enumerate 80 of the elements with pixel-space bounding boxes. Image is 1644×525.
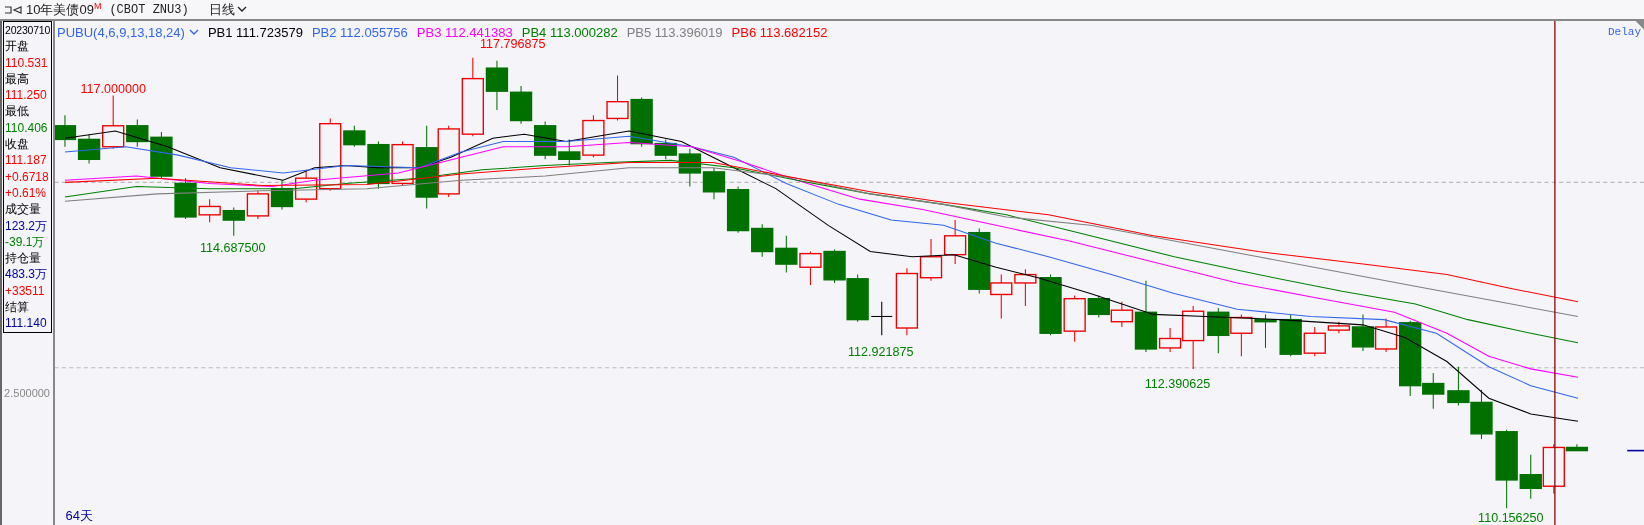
rising-candle	[198, 198, 221, 223]
contract-title: 10年美债09$^{M}$	[26, 0, 102, 19]
price-label: 112.390625	[1144, 376, 1211, 391]
field-label: 开盘	[5, 38, 30, 55]
field-label: 最高	[5, 70, 30, 88]
field-label: 持仓量	[5, 250, 42, 267]
rising-candle	[582, 114, 605, 158]
field-value: 111.187	[5, 152, 48, 169]
price-label: 117.000000	[80, 82, 146, 97]
rising-candle	[1063, 295, 1086, 343]
falling-candle	[77, 133, 101, 165]
field-value: 111.140	[5, 315, 48, 332]
falling-candle	[1447, 366, 1470, 407]
legend-item: PB5 113.396019	[626, 24, 723, 42]
falling-candle	[1279, 313, 1302, 357]
price-label: 110.156250	[1478, 510, 1544, 525]
rising-candle	[990, 274, 1013, 320]
falling-candle	[1351, 313, 1375, 352]
field-value: 123.2万	[5, 217, 49, 234]
chevron-down-icon	[236, 6, 247, 13]
falling-candle	[846, 274, 869, 323]
field-value: 110.406	[5, 119, 49, 137]
legend-item: PB3 112.441383	[416, 24, 513, 40]
date-text: 20230710	[5, 23, 51, 38]
rising-candle	[1230, 313, 1253, 357]
day-count: 64天	[65, 506, 93, 525]
field-label: 最低	[5, 103, 30, 120]
falling-candle	[222, 207, 245, 237]
legend-item: PB1 111.723579	[207, 24, 303, 42]
link-icon[interactable]	[4, 4, 22, 15]
chevron-down-icon	[188, 29, 199, 37]
price-label: 112.921875	[847, 345, 914, 360]
rising-candle	[606, 74, 629, 122]
field-value: 483.3万	[5, 266, 49, 283]
falling-candle	[1087, 295, 1110, 319]
rising-candle	[102, 94, 125, 150]
rising-candle	[799, 251, 822, 286]
falling-candle	[509, 85, 533, 125]
rising-candle	[1110, 301, 1133, 328]
field-label: 收盘	[5, 136, 30, 153]
legend-item: PB4 113.000282	[521, 24, 618, 40]
field-value: +0.61%	[5, 184, 48, 202]
falling-candle	[968, 227, 991, 294]
falling-candle	[55, 114, 77, 148]
field-value: +33511	[5, 282, 46, 300]
rising-candle	[943, 219, 967, 265]
field-value: +0.6718	[5, 168, 50, 185]
delay-status: Delay	[1608, 25, 1641, 40]
falling-candle	[823, 248, 846, 284]
falling-candle	[485, 60, 509, 111]
falling-candle	[270, 179, 294, 211]
falling-candle	[1565, 443, 1589, 452]
legend-item: PB2 112.055756	[311, 24, 408, 42]
rising-candle	[391, 140, 414, 187]
legend-item: PB6 113.682152	[731, 24, 828, 42]
price-marker-line	[1626, 449, 1644, 452]
indicator-dropdown[interactable]: PUBU(4,6,9,13,18,24)	[57, 23, 199, 43]
price-axis-label: 2.500000	[4, 386, 51, 399]
field-label: 结算	[5, 299, 30, 316]
field-value: 110.531	[5, 54, 49, 71]
field-value: -39.1万	[5, 233, 46, 251]
period-dropdown[interactable]: 日线	[208, 0, 247, 20]
falling-candle	[174, 177, 197, 220]
doji-candle	[870, 301, 893, 336]
falling-candle	[558, 138, 581, 167]
price-label: 114.687500	[200, 240, 266, 255]
field-label: 成交量	[5, 201, 42, 218]
falling-candle	[1039, 274, 1062, 336]
falling-candle	[1207, 307, 1230, 354]
falling-candle	[1254, 313, 1277, 349]
falling-candle	[751, 223, 774, 258]
rising-candle	[246, 190, 270, 220]
rising-candle	[1374, 318, 1398, 353]
falling-candle	[775, 235, 798, 273]
price-label: 117.796875	[479, 37, 546, 52]
rising-candle	[1542, 443, 1565, 495]
rising-candle	[1014, 268, 1037, 307]
contract-symbol: (CBOT ZNU3)	[109, 1, 189, 19]
falling-candle	[1470, 389, 1493, 440]
field-value: 111.250	[5, 87, 48, 104]
